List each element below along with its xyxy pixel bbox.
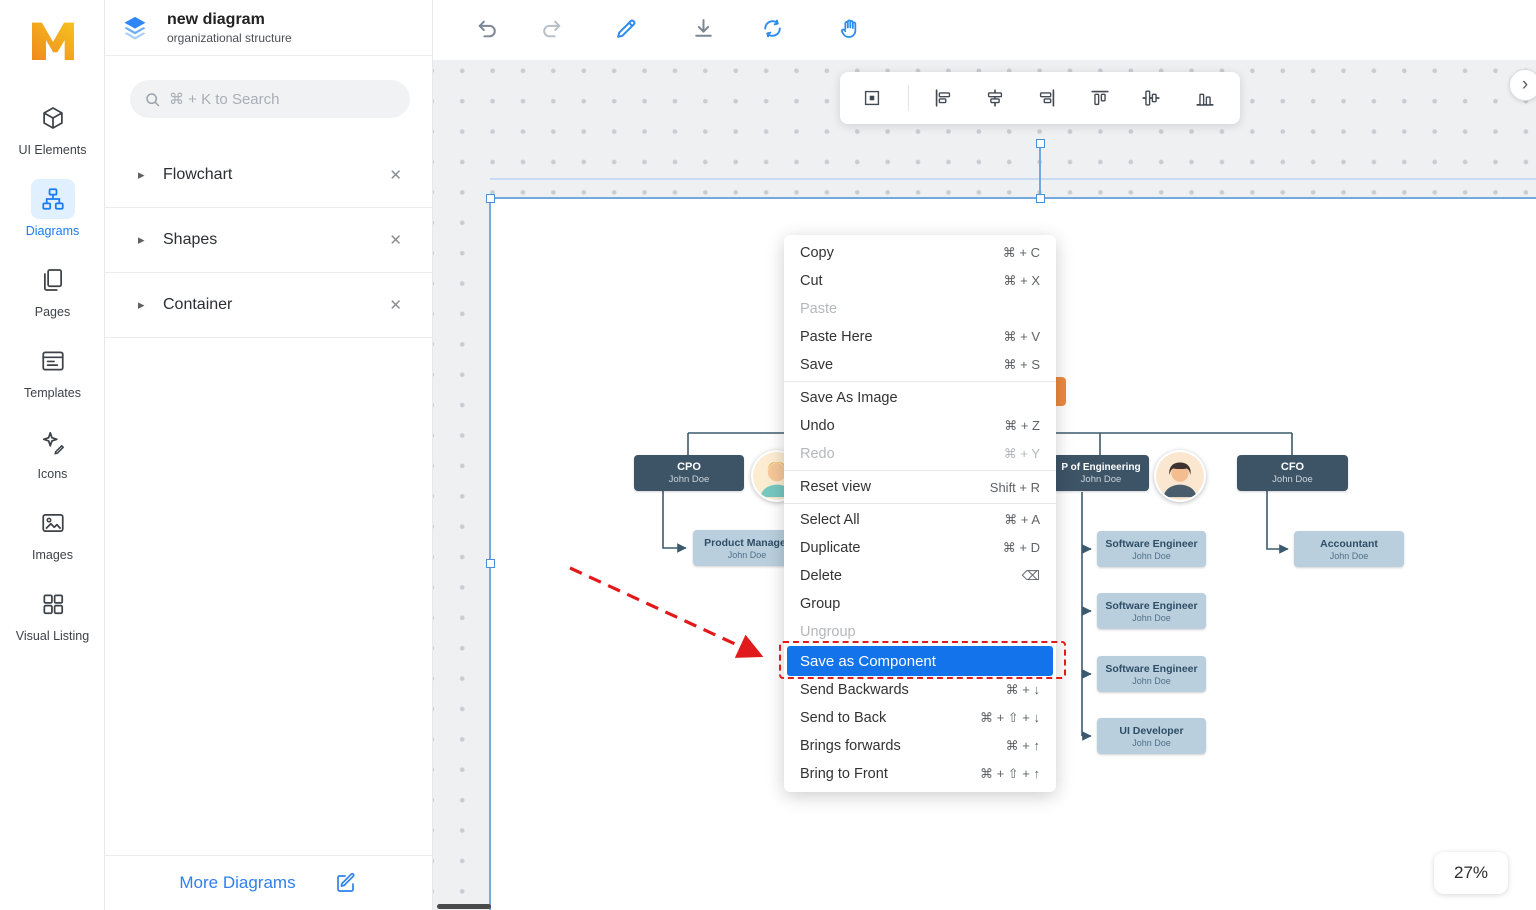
rail-item-ui-elements[interactable]: UI Elements xyxy=(0,98,105,179)
more-diagrams-link[interactable]: More Diagrams xyxy=(179,873,295,893)
menu-item-ungroup: Ungroup xyxy=(784,618,1056,646)
sidebar-footer: More Diagrams xyxy=(105,855,432,910)
rail-item-diagrams[interactable]: Diagrams xyxy=(0,179,105,260)
undo-icon[interactable] xyxy=(473,14,501,42)
avatar-vp-engineering[interactable] xyxy=(1154,450,1206,502)
redo-icon[interactable] xyxy=(537,14,565,42)
org-node-software-engineer-3[interactable]: Software Engineer John Doe xyxy=(1097,656,1206,692)
align-bottom-icon[interactable] xyxy=(1194,87,1216,109)
sidebar-header: new diagram organizational structure xyxy=(105,0,432,56)
org-node-software-engineer-2[interactable]: Software Engineer John Doe xyxy=(1097,593,1206,629)
search-icon xyxy=(144,91,161,108)
zoom-level-badge[interactable]: 27% xyxy=(1434,852,1508,894)
rail-item-images[interactable]: Images xyxy=(0,503,105,584)
sidebar-panel: new diagram organizational structure ▸ F… xyxy=(105,0,433,910)
menu-divider xyxy=(784,381,1056,382)
menu-item-paste: Paste xyxy=(784,295,1056,323)
menu-item-save-as-component[interactable]: Save as Component xyxy=(787,646,1053,676)
alignment-toolbar xyxy=(840,72,1240,124)
chevron-right-edge-button[interactable]: › xyxy=(1509,69,1536,101)
section-shapes[interactable]: ▸ Shapes ✕ xyxy=(105,208,432,273)
org-node-cfo[interactable]: CFO John Doe xyxy=(1237,455,1348,491)
selection-handle-middle-left[interactable] xyxy=(486,559,495,568)
rail-item-visual-listing[interactable]: Visual Listing xyxy=(0,584,105,665)
menu-item-cut[interactable]: Cut ⌘ + X xyxy=(784,267,1056,295)
menu-item-reset-view[interactable]: Reset view Shift + R xyxy=(784,473,1056,501)
menu-item-select-all[interactable]: Select All ⌘ + A xyxy=(784,506,1056,534)
align-top-icon[interactable] xyxy=(1089,87,1111,109)
sparkle-pencil-icon xyxy=(31,422,75,462)
rail-item-templates[interactable]: Templates xyxy=(0,341,105,422)
icon-rail: UI Elements Diagrams Pages Templates xyxy=(0,0,105,910)
menu-item-undo[interactable]: Undo ⌘ + Z xyxy=(784,412,1056,440)
align-middle-icon[interactable] xyxy=(1140,87,1162,109)
pencil-icon[interactable] xyxy=(612,14,640,42)
horizontal-scrollbar-thumb[interactable] xyxy=(437,904,491,909)
menu-item-group[interactable]: Group xyxy=(784,590,1056,618)
search-box[interactable] xyxy=(130,80,410,118)
menu-item-brings-forwards[interactable]: Brings forwards ⌘ + ↑ xyxy=(784,732,1056,760)
menu-item-duplicate[interactable]: Duplicate ⌘ + D xyxy=(784,534,1056,562)
menu-item-save[interactable]: Save ⌘ + S xyxy=(784,351,1056,379)
org-node-accountant[interactable]: Accountant John Doe xyxy=(1294,531,1404,567)
chevron-right-icon[interactable]: ▸ xyxy=(138,167,163,183)
org-node-ui-developer[interactable]: UI Developer John Doe xyxy=(1097,718,1206,754)
layers-icon xyxy=(121,14,149,42)
menu-item-delete[interactable]: Delete ⌫ xyxy=(784,562,1056,590)
picture-icon xyxy=(31,503,75,543)
org-chart-icon xyxy=(31,179,75,219)
align-right-icon[interactable] xyxy=(1036,87,1058,109)
pages-icon xyxy=(31,260,75,300)
section-flowchart[interactable]: ▸ Flowchart ✕ xyxy=(105,143,432,208)
rail-item-icons[interactable]: Icons xyxy=(0,422,105,503)
menu-item-redo: Redo ⌘ + Y xyxy=(784,440,1056,468)
grid-icon xyxy=(31,584,75,624)
org-node-cpo[interactable]: CPO John Doe xyxy=(634,455,744,491)
app-window: UI Elements Diagrams Pages Templates xyxy=(0,0,1536,910)
close-icon[interactable]: ✕ xyxy=(389,166,402,184)
edit-square-icon[interactable] xyxy=(334,871,358,895)
canvas[interactable]: CPO John Doe P of Engineering John Doe C… xyxy=(433,0,1536,910)
chevron-right-icon[interactable]: ▸ xyxy=(138,232,163,248)
rail-item-pages[interactable]: Pages xyxy=(0,260,105,341)
menu-item-send-backwards[interactable]: Send Backwards ⌘ + ↓ xyxy=(784,676,1056,704)
align-left-icon[interactable] xyxy=(932,87,954,109)
menu-item-paste-here[interactable]: Paste Here ⌘ + V xyxy=(784,323,1056,351)
hand-icon[interactable] xyxy=(835,14,863,42)
cube-icon xyxy=(31,98,75,138)
menu-item-copy[interactable]: Copy ⌘ + C xyxy=(784,239,1056,267)
selection-handle-top-left[interactable] xyxy=(486,194,495,203)
search-input[interactable] xyxy=(169,91,396,108)
close-icon[interactable]: ✕ xyxy=(389,231,402,249)
diagram-title: new diagram xyxy=(167,10,292,30)
selection-handle-rotate[interactable] xyxy=(1036,139,1045,148)
selection-frame-icon[interactable] xyxy=(861,87,883,109)
app-logo[interactable] xyxy=(0,8,105,70)
shape-section-list: ▸ Flowchart ✕ ▸ Shapes ✕ ▸ Container ✕ xyxy=(105,143,432,338)
menu-item-bring-to-front[interactable]: Bring to Front ⌘ + ⇧ + ↑ xyxy=(784,760,1056,788)
menu-divider xyxy=(784,503,1056,504)
m-logo-icon xyxy=(25,8,81,70)
menu-divider xyxy=(784,470,1056,471)
close-icon[interactable]: ✕ xyxy=(389,296,402,314)
align-center-horizontal-icon[interactable] xyxy=(984,87,1006,109)
section-container[interactable]: ▸ Container ✕ xyxy=(105,273,432,338)
toolbar-divider xyxy=(908,85,909,111)
download-icon[interactable] xyxy=(689,14,717,42)
template-window-icon xyxy=(31,341,75,381)
diagram-subtitle: organizational structure xyxy=(167,31,292,45)
menu-item-send-to-back[interactable]: Send to Back ⌘ + ⇧ + ↓ xyxy=(784,704,1056,732)
selection-handle-top-center[interactable] xyxy=(1036,194,1045,203)
canvas-toolbar xyxy=(433,0,1536,60)
chevron-right-icon[interactable]: ▸ xyxy=(138,297,163,313)
sync-icon[interactable] xyxy=(758,14,786,42)
context-menu: Copy ⌘ + C Cut ⌘ + X Paste Paste Here ⌘ … xyxy=(784,235,1056,792)
menu-item-save-as-image[interactable]: Save As Image xyxy=(784,384,1056,412)
org-node-software-engineer-1[interactable]: Software Engineer John Doe xyxy=(1097,531,1206,567)
org-node-vp-engineering[interactable]: P of Engineering John Doe xyxy=(1053,455,1149,491)
